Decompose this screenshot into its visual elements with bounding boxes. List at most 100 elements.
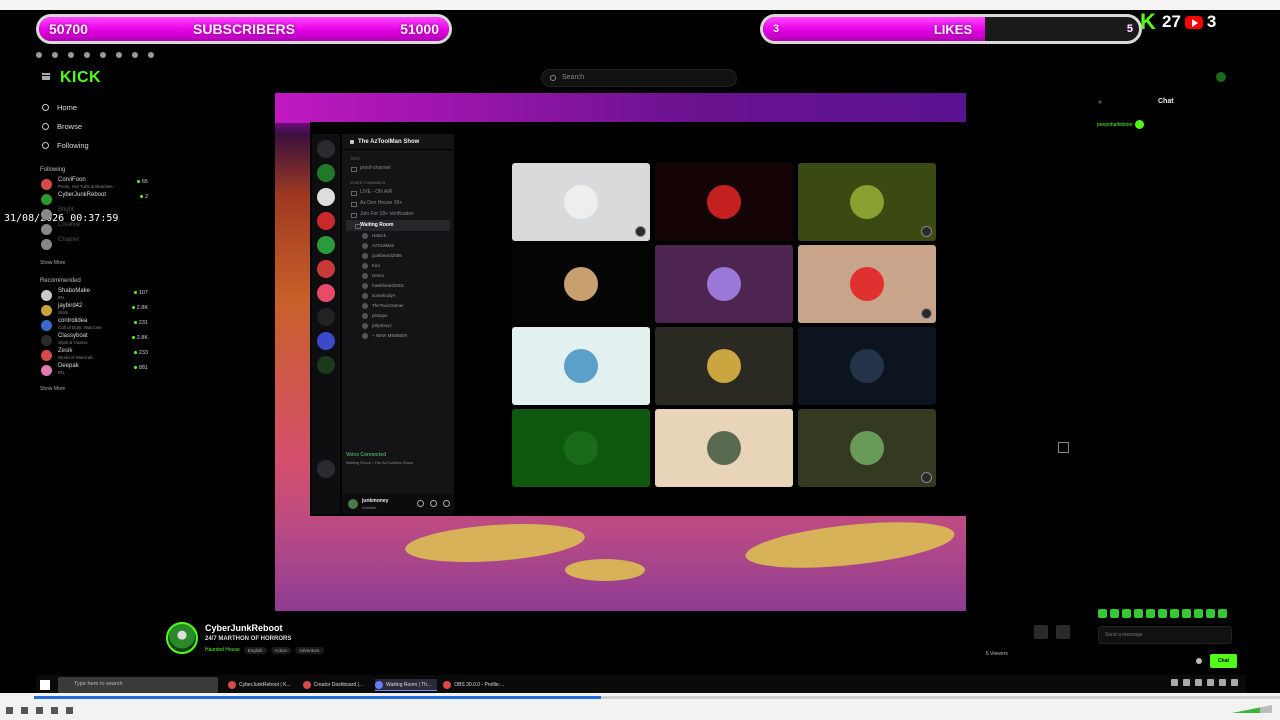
headphones-icon[interactable] <box>430 500 437 507</box>
participant-tile[interactable] <box>512 245 650 323</box>
server-icon[interactable] <box>317 284 335 302</box>
tray-icon[interactable] <box>1231 679 1238 686</box>
tray-icon[interactable] <box>1207 679 1214 686</box>
voice-member[interactable]: plsaspe <box>342 311 454 321</box>
kick-logo[interactable]: KICK <box>60 69 101 87</box>
emote-icon[interactable] <box>1110 609 1119 618</box>
tray-icon[interactable] <box>1183 679 1190 686</box>
participant-tile[interactable] <box>655 163 793 241</box>
menu-icon[interactable] <box>42 73 50 80</box>
emote-icon[interactable] <box>1170 609 1179 618</box>
sidebar-channel[interactable]: Bright <box>36 207 152 222</box>
taskbar-app[interactable]: CyberJunkReboot | K... <box>228 679 297 691</box>
sidebar-channel[interactable]: ShaboMake IRL 107 <box>36 288 152 303</box>
channel-name[interactable]: CyberJunkReboot <box>205 623 283 633</box>
stream-category[interactable]: Haunted House <box>205 647 240 654</box>
taskbar-app[interactable]: Waiting Room | Th... <box>375 679 438 691</box>
participant-tile[interactable] <box>798 327 936 405</box>
voice-member[interactable]: somebodyA <box>342 291 454 301</box>
emote-icon[interactable] <box>1182 609 1191 618</box>
chat-username[interactable]: peepohallobtoor <box>1097 122 1133 128</box>
server-icon[interactable] <box>317 260 335 278</box>
sidebar-channel[interactable]: Chapter <box>36 237 152 252</box>
chat-collapse-icon[interactable]: » <box>1098 99 1102 106</box>
server-icon[interactable] <box>317 164 335 182</box>
tab-icon[interactable] <box>36 52 42 58</box>
emote-icon[interactable] <box>1194 609 1203 618</box>
participant-tile[interactable] <box>798 409 936 487</box>
sidebar-channel[interactable]: controlidea Call of Duty: Warzone 231 <box>36 318 152 333</box>
taskbar-search[interactable]: Type here to search <box>58 677 218 693</box>
next-icon[interactable] <box>51 707 58 714</box>
fullscreen-icon[interactable] <box>66 707 73 714</box>
explore-icon[interactable] <box>317 460 335 478</box>
stream-tag[interactable]: Action <box>270 647 292 654</box>
popout-icon[interactable] <box>1058 442 1069 453</box>
tab-icon[interactable] <box>132 52 138 58</box>
sidebar-channel[interactable]: CyberJunkReboot 2 <box>36 192 152 207</box>
tray-icon[interactable] <box>1195 679 1202 686</box>
chat-settings-icon[interactable] <box>1196 658 1202 664</box>
windows-start-icon[interactable] <box>40 680 50 690</box>
emote-icon[interactable] <box>1206 609 1215 618</box>
sidebar-item-browse[interactable]: Browse <box>36 117 152 136</box>
voice-member[interactable]: jollynboyz <box>342 321 454 331</box>
voice-member[interactable]: + NEW MEMBER <box>342 331 454 341</box>
previous-icon[interactable] <box>21 707 28 714</box>
voice-channel[interactable]: Az Den House 18+ <box>342 198 454 209</box>
avatar[interactable] <box>348 499 358 509</box>
voice-member[interactable]: Demo <box>342 271 454 281</box>
voice-member[interactable]: Hatrick <box>342 231 454 241</box>
tab-icon[interactable] <box>148 52 154 58</box>
stream-tag[interactable]: Adventure <box>295 647 324 654</box>
pause-icon[interactable] <box>6 707 13 714</box>
user-avatar[interactable] <box>1216 72 1226 82</box>
show-more-link[interactable]: Show More <box>40 260 152 266</box>
active-voice-channel[interactable]: Waiting Room <box>346 220 450 231</box>
stream-tag[interactable]: English <box>243 647 267 654</box>
participant-tile[interactable] <box>655 327 793 405</box>
add-server-icon[interactable] <box>317 356 335 374</box>
heart-icon[interactable] <box>1056 625 1070 639</box>
tab-icon[interactable] <box>100 52 106 58</box>
voice-member[interactable]: AzToolMan <box>342 241 454 251</box>
stop-icon[interactable] <box>36 707 43 714</box>
participant-tile[interactable] <box>655 245 793 323</box>
tray-icon[interactable] <box>1219 679 1226 686</box>
voice-channel[interactable]: LIVE - ON AIR <box>342 187 454 198</box>
server-icon[interactable] <box>317 308 335 326</box>
volume-slider[interactable] <box>1232 705 1272 713</box>
mic-icon[interactable] <box>417 500 424 507</box>
emote-icon[interactable] <box>1218 609 1227 618</box>
participant-tile[interactable] <box>512 163 650 241</box>
emote-icon[interactable] <box>1098 609 1107 618</box>
guild-name[interactable]: The AzToolMan Show <box>342 134 454 150</box>
show-more-link[interactable]: Show More <box>40 386 152 392</box>
taskbar-app[interactable]: Creator Dashboard |... <box>302 679 369 691</box>
participant-tile[interactable] <box>512 409 650 487</box>
text-channel[interactable]: proof-channel <box>342 163 454 174</box>
voice-member[interactable]: junkbeard2006 <box>342 251 454 261</box>
participant-tile[interactable] <box>798 163 936 241</box>
server-icon[interactable] <box>317 236 335 254</box>
gear-icon[interactable] <box>443 500 450 507</box>
emote-icon[interactable] <box>1134 609 1143 618</box>
sidebar-channel[interactable]: Deepak IRL 881 <box>36 363 152 378</box>
emote-icon[interactable] <box>1122 609 1131 618</box>
chat-input[interactable]: Send a message <box>1098 626 1232 644</box>
sidebar-channel[interactable]: CorviFoon Pools, Hot Tubs & Beaches 65 <box>36 177 152 192</box>
bell-icon[interactable] <box>1034 625 1048 639</box>
tab-icon[interactable] <box>84 52 90 58</box>
sidebar-channel[interactable]: Creative <box>36 222 152 237</box>
seek-bar[interactable] <box>34 696 1280 699</box>
sidebar-item-following[interactable]: Following <box>36 136 152 155</box>
sidebar-channel[interactable]: Classyboat Slots & Casino 2.8K <box>36 333 152 348</box>
server-icon[interactable] <box>317 188 335 206</box>
voice-member[interactable]: TheToxicGamer <box>342 301 454 311</box>
sidebar-item-home[interactable]: Home <box>36 98 152 117</box>
server-icon[interactable] <box>317 332 335 350</box>
chat-send-button[interactable]: Chat <box>1210 654 1237 668</box>
taskbar-app[interactable]: OBS 30.0.0 - Profile:... <box>443 679 510 691</box>
sidebar-channel[interactable]: jaybird42 Slots 2.8K <box>36 303 152 318</box>
server-icon[interactable] <box>317 212 335 230</box>
